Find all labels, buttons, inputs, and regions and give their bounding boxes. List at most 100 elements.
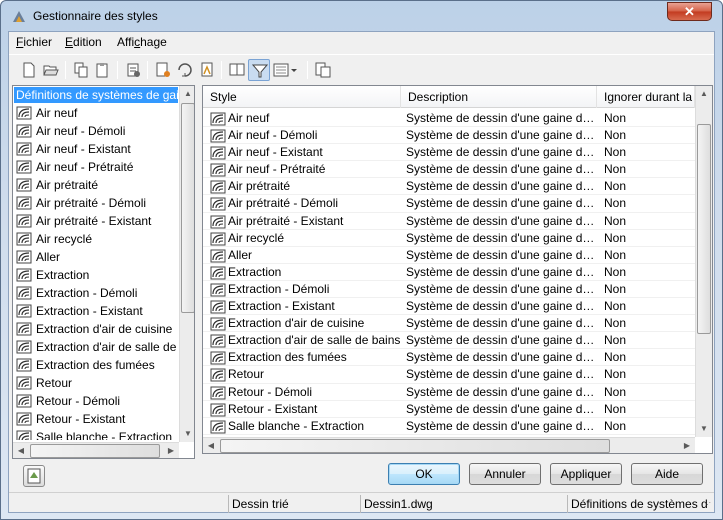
copy-button[interactable] — [70, 59, 92, 81]
tree-item[interactable]: Air neuf - Prétraité — [13, 158, 179, 176]
duct-system-style-icon — [16, 430, 32, 440]
import-button[interactable] — [196, 59, 218, 81]
tree-selected-category[interactable]: Définitions de systèmes de gaine — [14, 87, 178, 103]
list-hscroll-thumb[interactable] — [220, 439, 610, 453]
list-vertical-scrollbar[interactable]: ▲ ▼ — [695, 86, 712, 437]
tree-item[interactable]: Salle blanche - Extraction — [13, 428, 179, 440]
menu-affichage[interactable]: Affichage — [117, 35, 167, 49]
tree-item[interactable]: Extraction d'air de cuisine — [13, 320, 179, 338]
list-row[interactable]: Extraction d'air de cuisine Système de de… — [203, 315, 695, 333]
list-row[interactable]: Air recyclé Système de dessin d'une gaine… — [203, 230, 695, 247]
scroll-down-arrow-icon[interactable]: ▼ — [696, 421, 712, 437]
menu-fichier[interactable]: Fichier — [16, 35, 52, 49]
tree-item[interactable]: Extraction - Démoli — [13, 284, 179, 302]
toggle-view-button[interactable] — [312, 59, 334, 81]
tree-item[interactable]: Retour - Démoli — [13, 392, 179, 410]
tree-vertical-scrollbar[interactable]: ▲ ▼ — [179, 86, 194, 442]
list-row[interactable]: Retour - Démoli Système de dessin d'une g… — [203, 384, 695, 401]
set-from-button[interactable] — [174, 59, 196, 81]
tree-scroll-thumb[interactable] — [181, 103, 194, 313]
list-row[interactable]: Extraction Système de dessin d'une gaine … — [203, 264, 695, 281]
column-description[interactable]: Description — [401, 86, 597, 108]
tree-item[interactable]: Air neuf - Démoli — [13, 122, 179, 140]
tree-item[interactable]: Extraction des fumées — [13, 356, 179, 374]
list-row[interactable]: Extraction des fumées Système de dessin d… — [203, 349, 695, 367]
tree-item[interactable]: Extraction d'air de salle de bains — [13, 338, 179, 356]
apply-button[interactable]: Appliquer — [550, 463, 622, 485]
list-scroll-thumb[interactable] — [697, 124, 711, 334]
help-button[interactable]: Aide — [631, 463, 703, 485]
description-cell: Système de dessin d'une gaine d'extracti… — [406, 350, 596, 365]
tree-item[interactable]: Extraction — [13, 266, 179, 284]
filter-button[interactable] — [248, 59, 270, 81]
scroll-right-arrow-icon[interactable]: ▶ — [163, 443, 179, 458]
list-row[interactable]: Salle blanche - Extraction Système de des… — [203, 418, 695, 435]
paste-button[interactable] — [92, 59, 114, 81]
duct-system-style-icon — [16, 304, 32, 318]
tree-item[interactable]: Retour — [13, 374, 179, 392]
resize-grip-icon[interactable]: ⋰ — [704, 501, 711, 509]
style-name: Retour — [228, 367, 265, 382]
list-row[interactable]: Air neuf Système de dessin d'une gaine d'… — [203, 110, 695, 128]
ignore-sync-cell: Non — [604, 128, 627, 143]
view-options-button[interactable] — [270, 59, 302, 81]
new-button[interactable] — [18, 59, 40, 81]
column-ignore-sync[interactable]: Ignorer durant la synchronisation — [597, 86, 695, 108]
title-bar[interactable]: Gestionnaire des styles ✕ — [1, 1, 722, 31]
list-row[interactable]: Retour - Existant Système de dessin d'une… — [203, 401, 695, 418]
list-row[interactable]: Air prétraité Système de dessin d'une gai… — [203, 178, 695, 196]
duct-system-style-icon — [210, 300, 226, 314]
duct-system-style-icon — [210, 249, 226, 263]
tree-item-label: Retour - Démoli — [36, 394, 121, 408]
style-list[interactable]: Style Description Ignorer durant la sync… — [202, 85, 713, 454]
style-tree[interactable]: Définitions de systèmes de gaine Air neu… — [12, 85, 195, 459]
cancel-button[interactable]: Annuler — [469, 463, 541, 485]
style-name-cell: Retour - Démoli — [210, 384, 400, 401]
menu-edition[interactable]: Edition — [65, 35, 102, 49]
list-row[interactable]: Air neuf - Démoli Système de dessin d'une… — [203, 127, 695, 145]
tree-item[interactable]: Air prétraité — [13, 176, 179, 194]
scroll-down-arrow-icon[interactable]: ▼ — [180, 426, 194, 442]
close-button[interactable]: ✕ — [667, 2, 712, 21]
tree-item[interactable]: Air prétraité - Démoli — [13, 194, 179, 212]
list-row[interactable]: Air neuf - Existant Système de dessin d'u… — [203, 144, 695, 162]
tree-item[interactable]: Retour - Existant — [13, 410, 179, 428]
scroll-up-arrow-icon[interactable]: ▲ — [180, 86, 194, 102]
list-row[interactable]: Air prétraité - Existant Système de dessi… — [203, 213, 695, 230]
list-row[interactable]: Extraction - Existant Système de dessin d… — [203, 298, 695, 316]
tree-hscroll-thumb[interactable] — [30, 444, 160, 458]
list-row[interactable]: Air neuf - Prétraité Système de dessin d'… — [203, 161, 695, 179]
list-row[interactable]: Air prétraité - Démoli Système de dessin … — [203, 195, 695, 213]
edit-style-button[interactable] — [152, 59, 174, 81]
list-row[interactable]: Aller Système de dessin d'une gaine de so… — [203, 247, 695, 264]
tree-item[interactable]: Air neuf - Existant — [13, 140, 179, 158]
scroll-right-arrow-icon[interactable]: ▶ — [679, 438, 695, 453]
tree-item[interactable]: Air prétraité - Existant — [13, 212, 179, 230]
ok-button[interactable]: OK — [388, 463, 460, 485]
tree-item[interactable]: Aller — [13, 248, 179, 266]
list-horizontal-scrollbar[interactable]: ◀ ▶ — [203, 437, 695, 453]
open-button[interactable] — [40, 59, 62, 81]
toolbar-separator — [221, 61, 222, 79]
tree-item[interactable]: Extraction - Existant — [13, 302, 179, 320]
scroll-left-arrow-icon[interactable]: ◀ — [13, 443, 29, 458]
list-row[interactable]: Extraction d'air de salle de bains Systèm… — [203, 332, 695, 350]
tree-item[interactable]: Air recyclé — [13, 230, 179, 248]
tree-item-label: Extraction — [36, 268, 90, 282]
list-row[interactable]: Retour Système de dessin d'une gaine de r… — [203, 366, 695, 384]
tree-item-label: Extraction - Démoli — [36, 286, 138, 300]
style-name: Air recyclé — [228, 230, 285, 245]
ignore-sync-cell: Non — [604, 316, 627, 331]
scroll-left-arrow-icon[interactable]: ◀ — [203, 438, 219, 453]
purge-button[interactable] — [122, 59, 144, 81]
duct-system-style-icon — [210, 334, 226, 348]
column-style[interactable]: Style — [203, 86, 401, 108]
compare-button[interactable] — [226, 59, 248, 81]
tree-horizontal-scrollbar[interactable]: ◀ ▶ — [13, 442, 179, 458]
list-row[interactable]: Extraction - Démoli Système de dessin d'u… — [203, 281, 695, 299]
toggle-view-mode-button[interactable] — [23, 465, 45, 487]
scroll-up-arrow-icon[interactable]: ▲ — [696, 86, 712, 102]
status-file: Dessin1.dwg — [360, 495, 565, 513]
tree-item[interactable]: Air neuf — [13, 104, 179, 122]
tree-item-label: Air prétraité - Démoli — [36, 196, 147, 210]
